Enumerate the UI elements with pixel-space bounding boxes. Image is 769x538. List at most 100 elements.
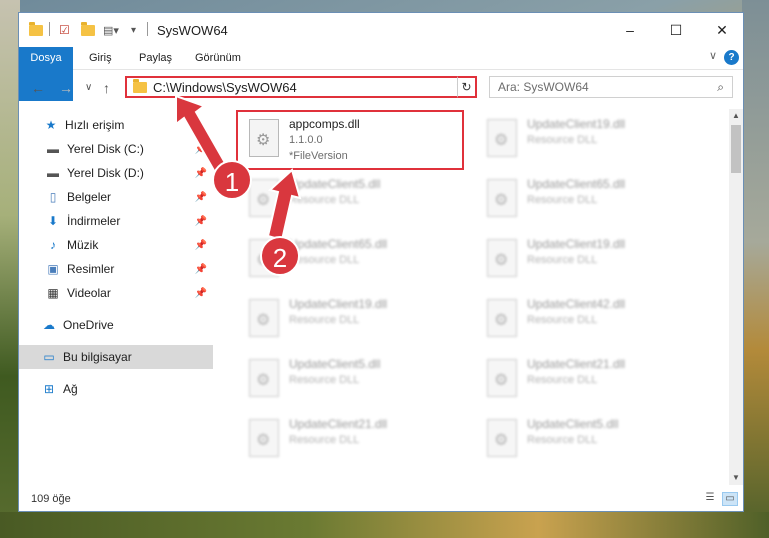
file-description: Resource DLL [527,434,598,446]
dll-file-icon [487,119,517,157]
large-icons-view-icon[interactable]: ▭ [722,492,738,506]
file-name: UpdateClient21.dll [289,417,388,431]
dll-file-icon [249,179,279,217]
scroll-up-icon[interactable]: ▲ [729,109,743,123]
properties-icon[interactable]: ☑ [59,22,70,38]
search-box[interactable]: Ara: SysWOW64 ⌕ [489,76,733,98]
recent-locations-button[interactable]: ∨ [85,82,92,93]
music-icon: ♪ [50,238,56,252]
file-item[interactable]: UpdateClient19.dll Resource DLL [479,113,699,167]
customize-toolbar-icon[interactable]: ▤▾ [103,22,119,38]
file-item[interactable]: UpdateClient42.dll Resource DLL [479,293,699,347]
close-button[interactable]: ✕ [699,13,745,47]
details-view-icon[interactable]: ☰ [703,492,717,504]
sidebar-item-music[interactable]: ♪ Müzik 📌 [45,233,213,257]
sidebar-item-videos[interactable]: ▦ Videolar 📌 [45,281,213,305]
pin-icon[interactable]: 📌 [195,144,207,155]
sidebar-item-documents[interactable]: ▯ Belgeler 📌 [45,185,213,209]
sidebar-item-this-pc[interactable]: ▭ Bu bilgisayar [19,345,213,369]
desktop-background-bottom [0,512,769,538]
network-icon: ⊞ [43,382,55,396]
step-2-badge: 2 [260,236,300,276]
file-item[interactable]: UpdateClient19.dll Resource DLL [479,233,699,287]
tab-view[interactable]: Görünüm [195,47,241,69]
window-title: SysWOW64 [157,23,228,38]
pin-icon[interactable]: 📌 [195,168,207,179]
sidebar-item-label: Yerel Disk (D:) [67,166,144,180]
scroll-thumb[interactable] [731,125,741,173]
forward-button[interactable]: → [59,80,73,96]
sidebar-item-onedrive[interactable]: ☁ OneDrive [41,313,213,337]
file-name: UpdateClient5.dll [289,357,381,371]
sidebar-item-label: Yerel Disk (C:) [67,142,144,156]
drive-d-icon: ▬ [47,166,59,180]
pictures-icon: ▣ [47,262,59,276]
sidebar-item-drive-c[interactable]: ▬ Yerel Disk (C:) 📌 [45,137,213,161]
help-icon[interactable]: ? [724,50,739,65]
dll-file-icon [487,179,517,217]
file-item[interactable]: UpdateClient5.dll Resource DLL [241,353,461,407]
minimize-button[interactable]: – [607,13,653,47]
maximize-button[interactable]: ☐ [653,13,699,47]
navigation-pane: ★ Hızlı erişim ▬ Yerel Disk (C:) 📌 ▬ Yer… [19,109,213,485]
pin-icon[interactable]: 📌 [195,216,207,227]
sidebar-item-drive-d[interactable]: ▬ Yerel Disk (D:) 📌 [45,161,213,185]
tab-home[interactable]: Giriş [89,47,112,69]
dll-file-icon [487,419,517,457]
sidebar-item-label: Bu bilgisayar [63,350,132,364]
file-description: Resource DLL [289,194,360,206]
folder-icon [133,78,147,93]
search-icon[interactable]: ⌕ [717,80,724,95]
sidebar-item-downloads[interactable]: ⬇ İndirmeler 📌 [45,209,213,233]
file-description: Resource DLL [289,314,360,326]
sidebar-item-network[interactable]: ⊞ Ağ [41,377,213,401]
file-description: Resource DLL [527,314,598,326]
address-bar[interactable]: C:\Windows\SysWOW64 ∨ [125,76,471,98]
pin-icon[interactable]: 📌 [195,240,207,251]
drive-c-icon: ▬ [47,142,59,156]
file-description: Resource DLL [527,194,598,206]
file-item[interactable]: UpdateClient21.dll Resource DLL [479,353,699,407]
file-item[interactable]: UpdateClient19.dll Resource DLL [241,293,461,347]
file-item[interactable]: UpdateClient5.dll Resource DLL [479,413,699,467]
vertical-scrollbar[interactable]: ▲ ▼ [729,109,743,485]
address-path[interactable]: C:\Windows\SysWOW64 [153,80,456,95]
refresh-button[interactable]: ↻ [457,76,477,98]
pin-icon[interactable]: 📌 [195,192,207,203]
new-folder-icon[interactable] [81,21,95,38]
file-description: Resource DLL [527,254,598,266]
file-name: UpdateClient5.dll [289,177,381,191]
file-name: UpdateClient65.dll [527,177,626,191]
sidebar-item-label: OneDrive [63,318,114,332]
title-bar: ☑ ▤▾ ▾ SysWOW64 – ☐ ✕ [19,13,743,47]
computer-icon: ▭ [43,350,55,364]
sidebar-item-quick-access[interactable]: ★ Hızlı erişim [43,113,213,137]
back-button[interactable]: ← [31,80,45,96]
desktop-background-right [742,0,769,538]
file-highlight-box [236,110,464,170]
sidebar-item-label: Müzik [67,238,99,252]
item-count: 109 öğe [31,493,71,505]
file-name: UpdateClient42.dll [527,297,626,311]
file-description: Resource DLL [527,374,598,386]
sidebar-item-label: Hızlı erişim [65,118,125,132]
collapse-ribbon-icon[interactable]: ∨ [709,49,717,62]
file-name: UpdateClient19.dll [527,117,626,131]
file-item[interactable]: UpdateClient21.dll Resource DLL [241,413,461,467]
tab-share[interactable]: Paylaş [139,47,172,69]
file-item[interactable]: UpdateClient5.dll Resource DLL [241,173,461,227]
navigation-bar: ← → ∨ ↑ C:\Windows\SysWOW64 ∨ ↻ Ara: Sys… [19,70,743,106]
sidebar-item-pictures[interactable]: ▣ Resimler 📌 [45,257,213,281]
up-button[interactable]: ↑ [103,80,110,96]
documents-icon: ▯ [49,190,57,204]
sidebar-item-label: Videolar [67,286,111,300]
pin-icon[interactable]: 📌 [195,288,207,299]
search-placeholder[interactable]: Ara: SysWOW64 [498,80,717,94]
dll-file-icon [487,359,517,397]
file-description: Resource DLL [289,374,360,386]
scroll-down-icon[interactable]: ▼ [729,471,743,485]
file-item[interactable]: UpdateClient65.dll Resource DLL [479,173,699,227]
toolbar-dropdown-icon[interactable]: ▾ [131,22,136,38]
pin-icon[interactable]: 📌 [195,264,207,275]
quick-access-folder-icon[interactable] [29,21,43,38]
